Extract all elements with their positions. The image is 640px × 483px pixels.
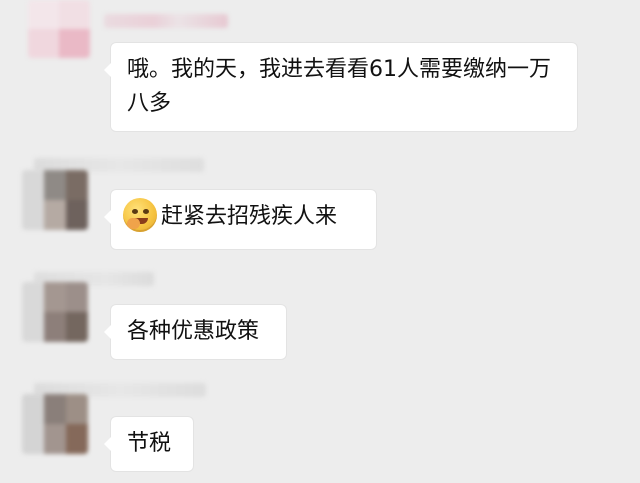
message-bubble[interactable]: 赶紧去招残疾人来 [104,190,376,249]
message-bubble[interactable]: 节税 [104,417,193,471]
message-text: 哦。我的天，我进去看看61人需要缴纳一万八多 [127,57,551,116]
message-text: 赶紧去招残疾人来 [161,204,338,229]
avatar[interactable] [28,0,90,58]
message-text: 各种优惠政策 [127,319,260,344]
avatar[interactable] [22,170,88,230]
sender-name-blurred [104,14,228,28]
message-bubble[interactable]: 各种优惠政策 [104,305,286,359]
message-text: 节税 [127,431,172,456]
avatar[interactable] [22,394,88,454]
message-bubble[interactable]: 哦。我的天，我进去看看61人需要缴纳一万八多 [104,43,577,131]
grinning-face-icon [123,198,157,232]
avatar[interactable] [22,282,88,342]
